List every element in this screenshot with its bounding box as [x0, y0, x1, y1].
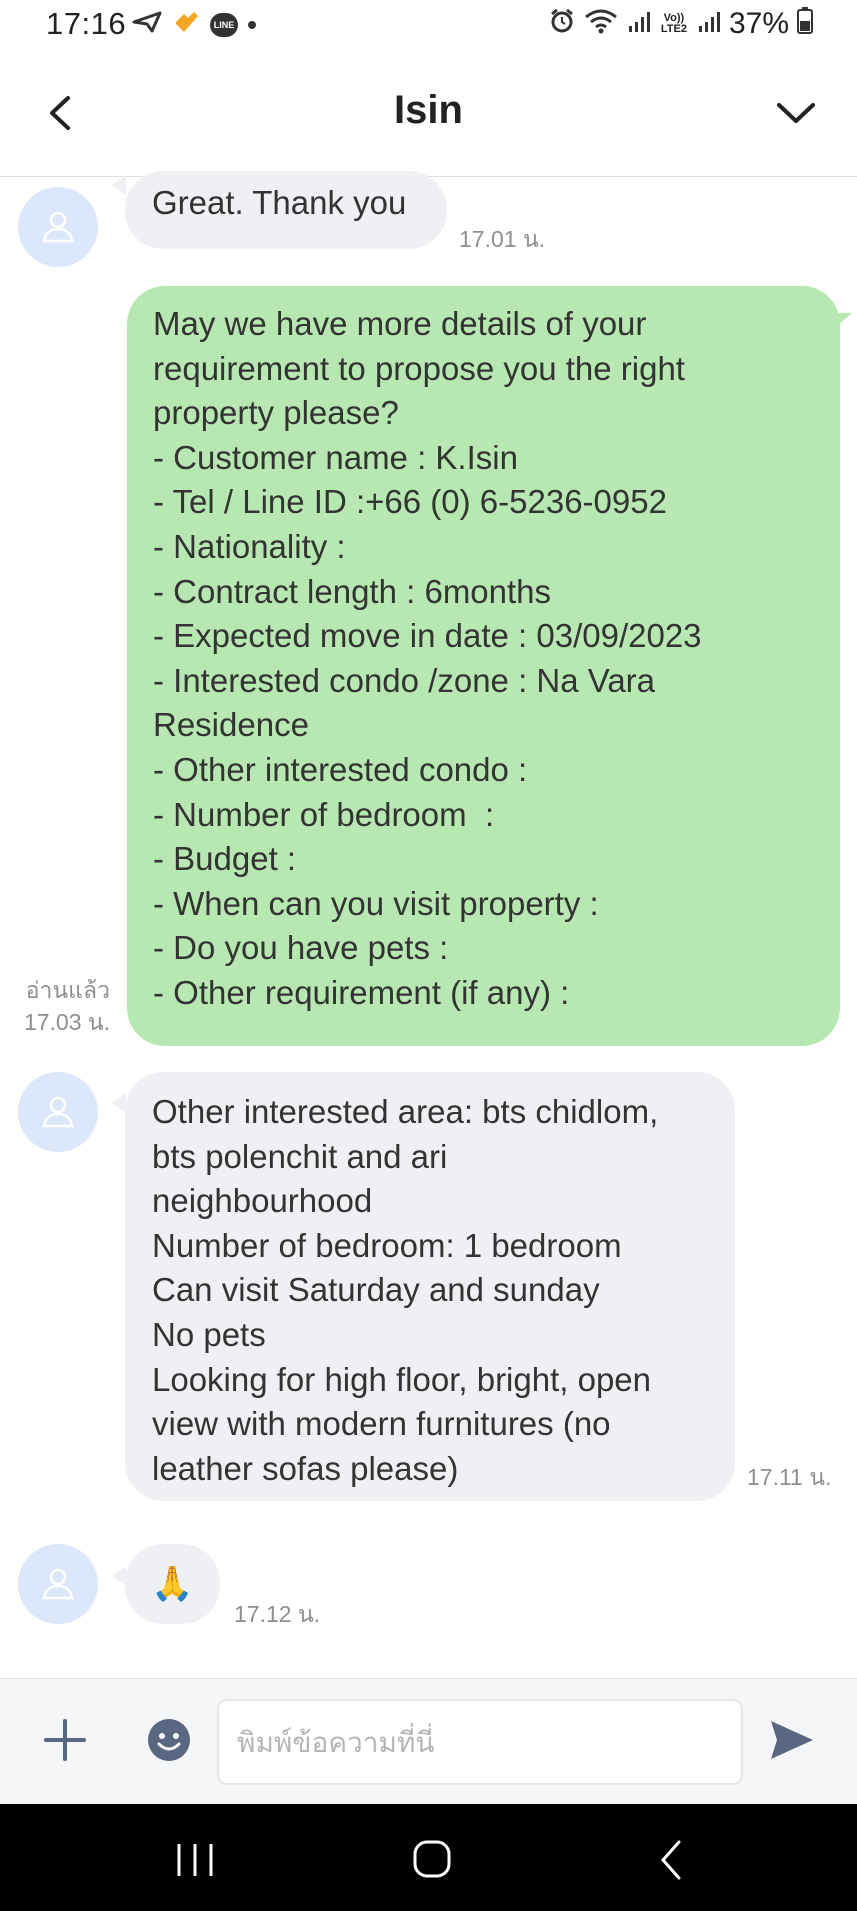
message-bubble-incoming[interactable]: 🙏: [125, 1544, 220, 1624]
message-text-line: - Budget :: [153, 840, 297, 878]
status-time: 17:16: [46, 6, 127, 41]
message-text-line: - Do you have pets :: [153, 929, 449, 967]
back-icon: [660, 1840, 681, 1880]
contact-avatar[interactable]: [18, 1544, 98, 1624]
message-text-line: - Interested condo /zone : Na Vara: [153, 661, 656, 699]
message-text-line: - Contract length : 6months: [153, 572, 552, 610]
read-receipt: อ่านแล้ว 17.03 น.: [10, 974, 110, 1038]
chat-header: Isin: [0, 52, 857, 177]
bubble-tail: [112, 1093, 126, 1113]
line-app-icon: LINE: [210, 12, 238, 37]
message-bubble-incoming[interactable]: Great. Thank you: [125, 171, 447, 249]
message-text-line: - Expected move in date : 03/09/2023: [153, 617, 702, 655]
heart-app-icon: [172, 10, 200, 39]
message-bubble-incoming[interactable]: Other interested area: bts chidlom, bts …: [125, 1072, 735, 1501]
status-bar: 17:16 LINE Vo)) LTE2 37%: [0, 0, 857, 52]
alarm-icon: [549, 6, 575, 42]
message-text-line: bts polenchit and ari: [152, 1137, 448, 1175]
chat-title: Isin: [394, 88, 463, 132]
message-timestamp: 17.12 น.: [234, 1601, 321, 1627]
message-timestamp: 17.11 น.: [747, 1464, 832, 1490]
message-text-line: - Tel / Line ID :+66 (0) 6-5236-0952: [153, 483, 667, 521]
message-text-line: Number of bedroom: 1 bedroom: [152, 1226, 622, 1264]
user-icon: [42, 1096, 74, 1128]
message-input-bar: [0, 1678, 857, 1805]
signal-icon: [627, 6, 651, 42]
message-text-line: Can visit Saturday and sunday: [152, 1271, 600, 1309]
chat-message-list[interactable]: Great. Thank you 17.01 น. May we have mo…: [0, 171, 857, 1677]
message-text-line: requirement to propose you the right: [153, 349, 685, 387]
wifi-icon: [583, 6, 619, 42]
status-right-icons: Vo)) LTE2 37%: [549, 6, 813, 42]
message-text-line: leather sofas please): [152, 1449, 459, 1487]
message-timestamp: 17.03 น.: [23, 1009, 110, 1035]
battery-percent: 37%: [728, 7, 789, 40]
message-text-line: - Nationality :: [153, 527, 346, 565]
send-button[interactable]: [767, 1717, 817, 1763]
send-notification-icon: [132, 11, 162, 38]
message-text-line: property please?: [153, 394, 399, 432]
battery-icon: [797, 6, 813, 42]
message-text-line: view with modern furnitures (no: [152, 1405, 611, 1443]
notification-icons: LINE: [132, 10, 256, 39]
message-text-line: - Customer name : K.Isin: [153, 438, 518, 476]
message-text: Great. Thank you: [152, 184, 407, 221]
praying-hands-emoji: 🙏: [151, 1564, 194, 1603]
signal-2-icon: [697, 6, 721, 42]
system-nav-bar: [0, 1804, 857, 1911]
volte-icon: Vo)) LTE2: [660, 12, 687, 35]
emoji-button[interactable]: [146, 1717, 192, 1763]
bubble-tail: [112, 1566, 126, 1586]
more-notifications-dot-icon: [248, 20, 256, 29]
message-bubble-outgoing[interactable]: May we have more details of your require…: [127, 286, 840, 1046]
home-button[interactable]: [402, 1838, 462, 1882]
message-text-line: - When can you visit property :: [153, 884, 599, 922]
smiley-icon: [148, 1719, 190, 1761]
message-text-line: Other interested area: bts chidlom,: [152, 1093, 659, 1130]
message-text-line: - Number of bedroom :: [153, 795, 495, 833]
home-icon: [413, 1840, 451, 1878]
chevron-down-icon: [777, 103, 815, 123]
message-text-line: neighbourhood: [152, 1182, 373, 1220]
user-icon: [42, 1568, 74, 1600]
message-timestamp: 17.01 น.: [459, 226, 546, 252]
system-back-button[interactable]: [643, 1838, 703, 1882]
recent-apps-icon: [177, 1844, 213, 1876]
contact-avatar[interactable]: [18, 187, 98, 267]
read-label: อ่านแล้ว: [25, 977, 110, 1003]
message-text-line: Looking for high floor, bright, open: [152, 1360, 652, 1398]
contact-avatar[interactable]: [18, 1072, 98, 1152]
message-input[interactable]: [217, 1699, 743, 1785]
message-text-line: May we have more details of your: [153, 305, 647, 342]
user-icon: [42, 211, 74, 243]
message-text-line: - Other requirement (if any) :: [153, 973, 570, 1011]
recent-apps-button[interactable]: [165, 1838, 225, 1882]
bubble-tail: [112, 175, 126, 195]
plus-icon: [44, 1719, 86, 1761]
chat-menu-button[interactable]: [771, 88, 821, 138]
message-text-line: - Other interested condo :: [153, 750, 528, 788]
bubble-tail: [836, 313, 852, 327]
message-text-line: No pets: [152, 1315, 266, 1353]
send-icon: [771, 1721, 813, 1759]
message-text-line: Residence: [153, 706, 309, 744]
attach-button[interactable]: [42, 1717, 88, 1763]
